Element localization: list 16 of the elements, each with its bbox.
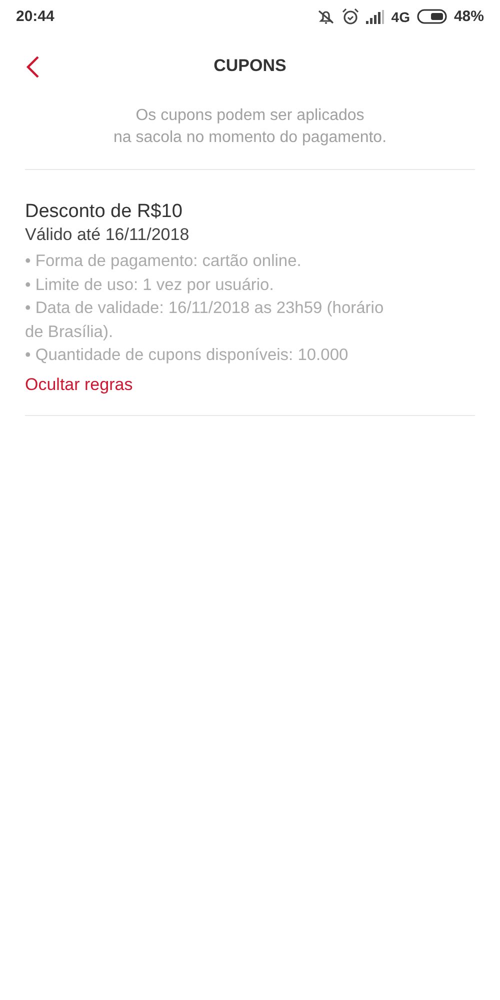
signal-icon <box>366 10 384 24</box>
bell-off-icon <box>317 8 336 24</box>
coupon-title: Desconto de R$10 <box>25 200 184 224</box>
status-time: 20:44 <box>16 8 56 25</box>
coupon-rule: • Quantidade de cupons disponíveis: 10.000 <box>25 345 350 366</box>
intro-text: Os cupons podem ser aplicados na sacola no momento do pagamento. <box>112 106 388 148</box>
network-type: 4G <box>391 8 410 24</box>
page-title: CUPONS <box>214 56 286 76</box>
coupon-rule: • Limite de uso: 1 vez por usuário. <box>25 274 275 296</box>
coupon-validity: Válido até 16/11/2018 <box>25 224 190 246</box>
coupon-rule: • Forma de pagamento: cartão online. <box>25 251 302 272</box>
rules-toggle-link[interactable]: Ocultar regras <box>25 372 133 396</box>
coupon-rule: • Data de validade: 16/11/2018 as 23h59 (horário de Brasília). <box>25 298 385 342</box>
alarm-icon <box>342 8 360 25</box>
battery-icon <box>416 9 447 24</box>
battery-percent: 48% <box>454 8 484 25</box>
